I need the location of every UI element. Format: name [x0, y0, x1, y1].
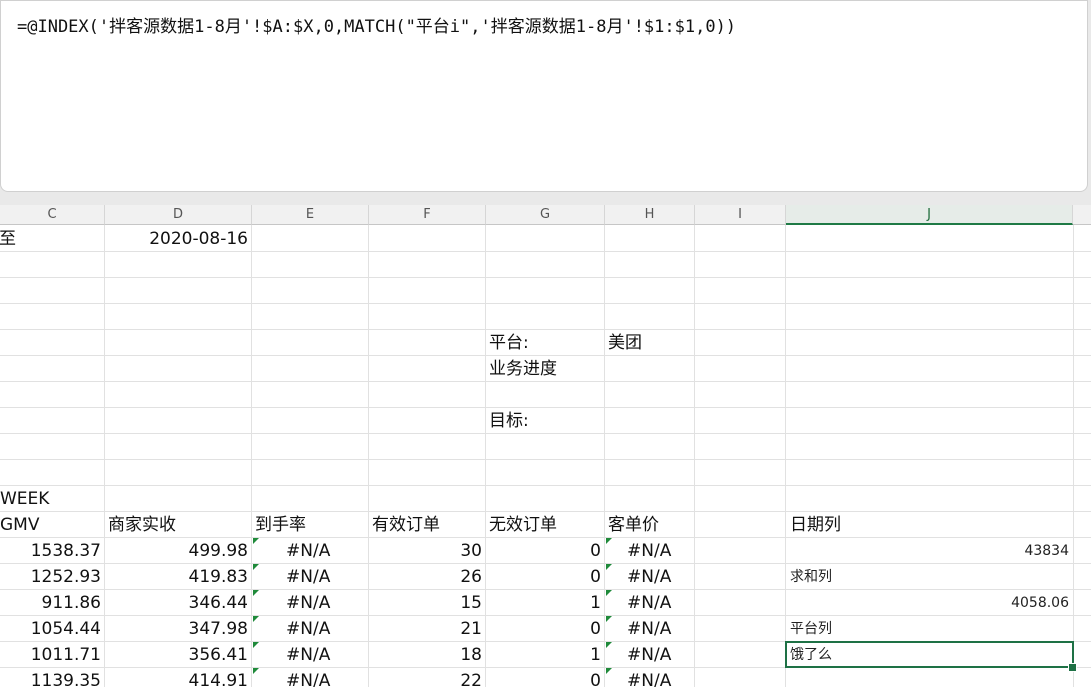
- table-cell-invalid[interactable]: 0: [486, 616, 601, 642]
- table-cell-gmv[interactable]: 1139.35: [0, 668, 101, 687]
- table-header-valid-orders[interactable]: 有效订单: [372, 512, 440, 538]
- table-cell-invalid[interactable]: 1: [486, 642, 601, 668]
- table-cell-rate[interactable]: #N/A: [286, 538, 330, 564]
- table-cell-income[interactable]: 499.98: [105, 538, 248, 564]
- error-indicator-icon: [606, 590, 612, 596]
- table-cell-gmv[interactable]: 1011.71: [0, 642, 101, 668]
- table-cell-income[interactable]: 356.41: [105, 642, 248, 668]
- table-cell-income[interactable]: 347.98: [105, 616, 248, 642]
- table-cell-avg[interactable]: #N/A: [627, 564, 671, 590]
- active-cell-selection[interactable]: [785, 641, 1074, 668]
- table-cell-income[interactable]: 414.91: [105, 668, 248, 687]
- table-cell-valid[interactable]: 21: [369, 616, 482, 642]
- table-cell-valid[interactable]: 30: [369, 538, 482, 564]
- error-indicator-icon: [606, 642, 612, 648]
- cell-sum-col-value[interactable]: 4058.06: [786, 590, 1069, 616]
- gridline-v: [251, 225, 252, 687]
- gridline-h: [0, 433, 1091, 434]
- table-cell-income[interactable]: 419.83: [105, 564, 248, 590]
- gridline-h: [0, 329, 1091, 330]
- error-indicator-icon: [606, 538, 612, 544]
- cell-date-col-label[interactable]: 日期列: [790, 512, 841, 538]
- table-header-invalid-orders[interactable]: 无效订单: [489, 512, 557, 538]
- column-header-e[interactable]: E: [252, 205, 369, 225]
- table-cell-avg[interactable]: #N/A: [627, 538, 671, 564]
- gridline-h: [0, 277, 1091, 278]
- gridline-h: [0, 459, 1091, 460]
- gridline-h: [0, 485, 1091, 486]
- table-cell-gmv[interactable]: 1538.37: [0, 538, 101, 564]
- table-cell-rate[interactable]: #N/A: [286, 564, 330, 590]
- column-header-d[interactable]: D: [105, 205, 252, 225]
- table-cell-avg[interactable]: #N/A: [627, 616, 671, 642]
- table-header-gmv[interactable]: GMV: [0, 512, 39, 538]
- cell-date[interactable]: 2020-08-16: [105, 226, 248, 252]
- column-header-j[interactable]: J: [786, 205, 1073, 225]
- table-cell-rate[interactable]: #N/A: [286, 642, 330, 668]
- formula-text[interactable]: =@INDEX('拌客源数据1-8月'!$A:$X,0,MATCH("平台i",…: [17, 12, 736, 37]
- column-header-f[interactable]: F: [369, 205, 486, 225]
- cell-c-to[interactable]: 至: [0, 226, 16, 252]
- table-header-avg-price[interactable]: 客单价: [608, 512, 659, 538]
- formula-bar[interactable]: =@INDEX('拌客源数据1-8月'!$A:$X,0,MATCH("平台i",…: [0, 0, 1088, 192]
- table-cell-gmv[interactable]: 911.86: [0, 590, 101, 616]
- table-cell-rate[interactable]: #N/A: [286, 616, 330, 642]
- table-cell-valid[interactable]: 15: [369, 590, 482, 616]
- error-indicator-icon: [606, 668, 612, 674]
- fill-handle[interactable]: [1068, 663, 1077, 672]
- table-header-rate[interactable]: 到手率: [255, 512, 306, 538]
- error-indicator-icon: [253, 538, 259, 544]
- table-header-merchant-income[interactable]: 商家实收: [108, 512, 176, 538]
- table-cell-valid[interactable]: 18: [369, 642, 482, 668]
- column-header-overflow: [1073, 205, 1091, 225]
- error-indicator-icon: [253, 668, 259, 674]
- gridline-v: [785, 225, 786, 687]
- cell-date-col-value[interactable]: 43834: [786, 538, 1069, 564]
- error-indicator-icon: [606, 616, 612, 622]
- gridline-v: [694, 225, 695, 687]
- error-indicator-icon: [606, 564, 612, 570]
- column-header-h[interactable]: H: [605, 205, 695, 225]
- table-cell-rate[interactable]: #N/A: [286, 668, 330, 687]
- gridline-h: [0, 303, 1091, 304]
- table-cell-invalid[interactable]: 0: [486, 564, 601, 590]
- table-cell-invalid[interactable]: 1: [486, 590, 601, 616]
- cell-week-label[interactable]: WEEK: [0, 486, 49, 512]
- error-indicator-icon: [253, 642, 259, 648]
- gridline-v: [604, 225, 605, 687]
- error-indicator-icon: [253, 616, 259, 622]
- gridline-v: [1073, 225, 1074, 687]
- cell-platform-value[interactable]: 美团: [608, 330, 642, 356]
- column-header-c[interactable]: C: [0, 205, 105, 225]
- cell-progress-label[interactable]: 业务进度: [489, 356, 557, 382]
- table-cell-rate[interactable]: #N/A: [286, 590, 330, 616]
- cell-platform-col-label[interactable]: 平台列: [790, 616, 832, 642]
- cell-sum-col-label[interactable]: 求和列: [790, 564, 832, 590]
- table-cell-gmv[interactable]: 1252.93: [0, 564, 101, 590]
- table-cell-avg[interactable]: #N/A: [627, 590, 671, 616]
- table-cell-valid[interactable]: 26: [369, 564, 482, 590]
- table-cell-gmv[interactable]: 1054.44: [0, 616, 101, 642]
- table-cell-invalid[interactable]: 0: [486, 538, 601, 564]
- column-header-g[interactable]: G: [486, 205, 605, 225]
- gridline-h: [0, 407, 1091, 408]
- table-cell-invalid[interactable]: 0: [486, 668, 601, 687]
- cell-target-label[interactable]: 目标:: [489, 408, 529, 434]
- column-header-i[interactable]: I: [695, 205, 786, 225]
- table-cell-avg[interactable]: #N/A: [627, 668, 671, 687]
- cell-platform-label[interactable]: 平台:: [489, 330, 529, 356]
- table-cell-income[interactable]: 346.44: [105, 590, 248, 616]
- error-indicator-icon: [253, 590, 259, 596]
- table-cell-avg[interactable]: #N/A: [627, 642, 671, 668]
- spreadsheet-grid[interactable]: C D E F G H I J 至 2020-08-16 平台: 美团 业务进度…: [0, 205, 1091, 687]
- error-indicator-icon: [253, 564, 259, 570]
- table-cell-valid[interactable]: 22: [369, 668, 482, 687]
